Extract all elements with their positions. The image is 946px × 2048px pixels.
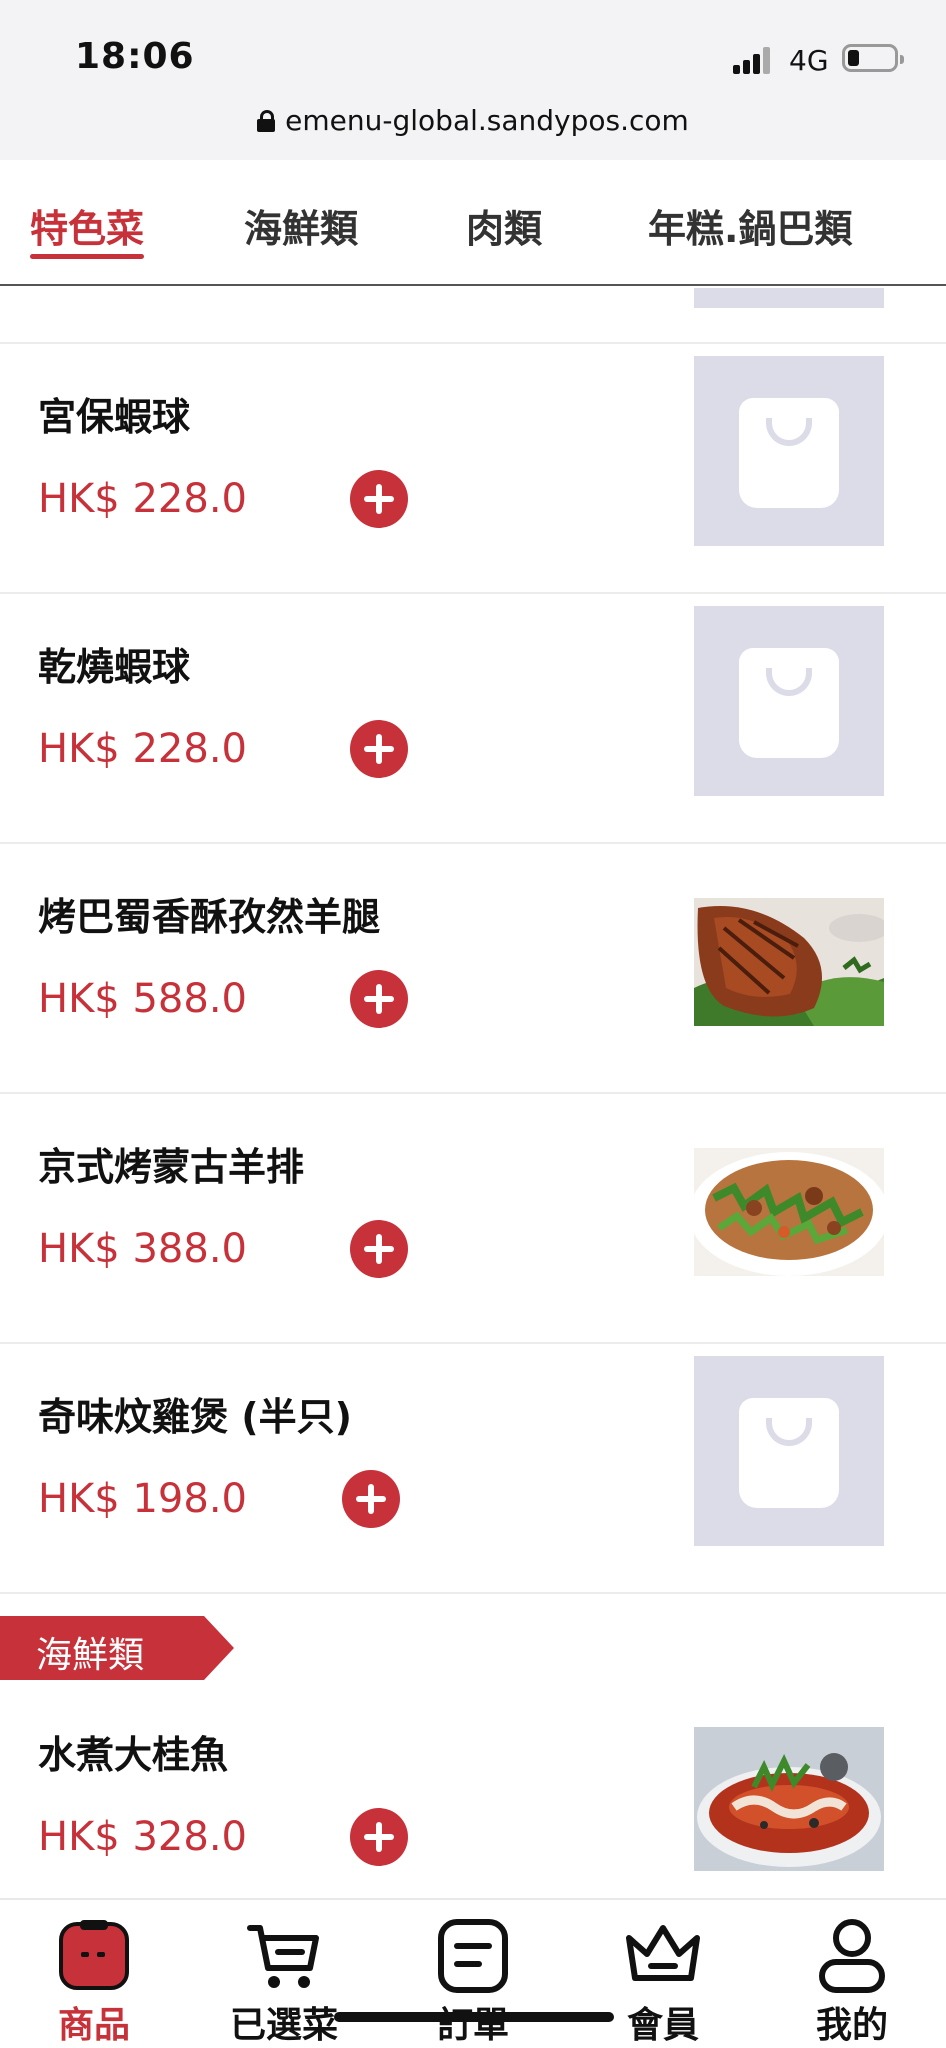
- divider: [0, 1592, 946, 1594]
- add-to-cart-button[interactable]: [350, 720, 408, 778]
- status-bar: 18:06 4G emenu-global.sandypos.com: [0, 0, 946, 160]
- item-image-placeholder[interactable]: [694, 356, 884, 546]
- menu-list[interactable]: 宮保蝦球 HK$ 228.0 乾燒蝦球 HK$ 228.0 烤巴蜀香酥孜然羊腿 …: [0, 288, 946, 1898]
- boiled-fish-photo[interactable]: [694, 1727, 884, 1871]
- add-to-cart-button[interactable]: [350, 970, 408, 1028]
- nav-label: 已選菜: [229, 2005, 338, 2046]
- nav-label: 我的: [815, 2005, 888, 2046]
- item-name: 奇味炆雞煲 (半只): [38, 1395, 352, 1439]
- signal-strength-icon: [733, 46, 775, 74]
- item-name: 宮保蝦球: [38, 395, 191, 439]
- item-name: 烤巴蜀香酥孜然羊腿: [38, 895, 381, 939]
- menu-item[interactable]: 奇味炆雞煲 (半只) HK$ 198.0: [0, 1344, 946, 1594]
- item-price: HK$ 228.0: [38, 476, 247, 522]
- item-price: HK$ 228.0: [38, 726, 247, 772]
- item-image-placeholder[interactable]: [694, 1356, 884, 1546]
- tab-meat[interactable]: 肉類: [466, 198, 542, 253]
- home-indicator[interactable]: [334, 2012, 614, 2022]
- nav-label: 訂單: [436, 2005, 509, 2046]
- nav-orders[interactable]: 訂單: [393, 1900, 553, 2048]
- battery-icon: [842, 44, 904, 72]
- tab-special-dishes[interactable]: 特色菜: [30, 198, 144, 253]
- bottom-navigation: 商品 已選菜 訂單 會員 我的: [0, 1898, 946, 2048]
- add-to-cart-button[interactable]: [342, 1470, 400, 1528]
- active-tab-underline: [30, 254, 144, 259]
- item-price: HK$ 588.0: [38, 976, 247, 1022]
- status-time: 18:06: [75, 36, 195, 77]
- nav-label: 商品: [57, 2005, 130, 2046]
- menu-item[interactable]: 水煮大桂魚 HK$ 328.0: [0, 1682, 946, 1898]
- item-name: 乾燒蝦球: [38, 645, 191, 689]
- url-text: emenu-global.sandypos.com: [285, 104, 689, 137]
- menu-item[interactable]: 宮保蝦球 HK$ 228.0: [0, 344, 946, 594]
- network-type: 4G: [789, 44, 829, 77]
- item-name: 京式烤蒙古羊排: [38, 1145, 305, 1189]
- nav-label: 會員: [626, 2005, 699, 2046]
- shopping-bag-icon: [739, 648, 839, 758]
- nav-products[interactable]: 商品: [14, 1900, 174, 2048]
- product-bag-icon: [59, 1920, 129, 1990]
- lamb-ribs-salad-photo[interactable]: [694, 1148, 884, 1276]
- tab-rice-cake-crispy-rice[interactable]: 年糕.鍋巴類: [648, 198, 852, 253]
- nav-cart[interactable]: 已選菜: [204, 1900, 364, 2048]
- nav-membership[interactable]: 會員: [583, 1900, 743, 2048]
- lock-icon: [257, 110, 276, 132]
- section-label: 海鮮類: [36, 1635, 145, 1676]
- address-bar[interactable]: emenu-global.sandypos.com: [0, 104, 946, 137]
- shopping-bag-icon: [739, 1398, 839, 1508]
- menu-item[interactable]: 乾燒蝦球 HK$ 228.0: [0, 594, 946, 844]
- shopping-bag-icon: [739, 398, 839, 508]
- add-to-cart-button[interactable]: [350, 470, 408, 528]
- item-price: HK$ 388.0: [38, 1226, 247, 1272]
- roast-lamb-leg-photo[interactable]: [694, 898, 884, 1026]
- crown-icon: [626, 1925, 700, 1981]
- previous-item-image: [694, 288, 884, 308]
- cart-icon: [247, 1925, 319, 1988]
- nav-profile[interactable]: 我的: [772, 1900, 932, 2048]
- item-price: HK$ 328.0: [38, 1814, 247, 1860]
- section-header-seafood: 海鮮類: [0, 1616, 234, 1680]
- user-profile-icon: [819, 1919, 885, 1993]
- menu-item[interactable]: 京式烤蒙古羊排 HK$ 388.0: [0, 1094, 946, 1344]
- order-list-icon: [438, 1919, 508, 1993]
- item-name: 水煮大桂魚: [38, 1733, 229, 1777]
- menu-item[interactable]: 烤巴蜀香酥孜然羊腿 HK$ 588.0: [0, 844, 946, 1094]
- add-to-cart-button[interactable]: [350, 1808, 408, 1866]
- tab-seafood[interactable]: 海鮮類: [244, 198, 358, 253]
- add-to-cart-button[interactable]: [350, 1220, 408, 1278]
- item-price: HK$ 198.0: [38, 1476, 247, 1522]
- category-tabs: 特色菜 海鮮類 肉類 年糕.鍋巴類: [0, 160, 946, 286]
- item-image-placeholder[interactable]: [694, 606, 884, 796]
